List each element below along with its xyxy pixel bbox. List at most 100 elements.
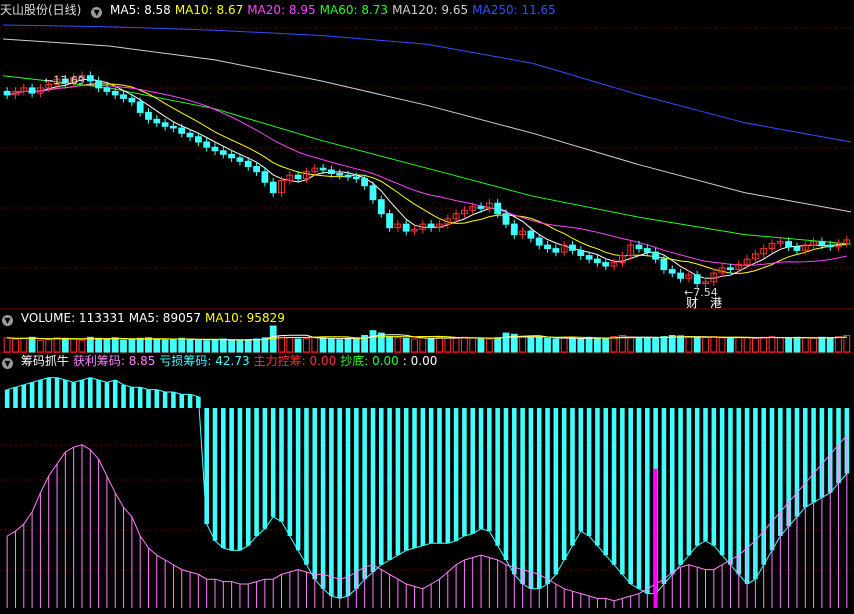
- indicator-legend-item: 抄底: 0.00: [340, 354, 399, 368]
- indicator-legend-item: 亏损筹码: 42.73: [159, 354, 250, 368]
- volume-bar-down: [228, 339, 235, 353]
- ma-legend-item: MA20: 8.95: [247, 3, 316, 17]
- volume-bar-up: [685, 336, 693, 353]
- candle-down: [178, 127, 186, 134]
- volume-bar-down: [577, 338, 585, 353]
- volume-bar-up: [45, 339, 53, 353]
- volume-bar-down: [328, 338, 335, 353]
- candle-down: [244, 160, 252, 168]
- volume-bar-down: [793, 336, 801, 353]
- volume-bar-up: [70, 338, 78, 353]
- volume-bar-down: [219, 338, 227, 353]
- volume-bar-up: [835, 336, 842, 353]
- volume-bar-up: [20, 337, 28, 353]
- indicator-legend-item: 筹码抓牛: [20, 354, 69, 368]
- volume-bar-down: [660, 336, 668, 353]
- volume-bar-up: [810, 337, 818, 353]
- candle-down: [502, 213, 510, 225]
- candle-down: [643, 248, 651, 253]
- volume-bar-down: [585, 336, 593, 353]
- candle-down: [211, 146, 219, 152]
- volume-bar-up: [419, 337, 427, 353]
- volume-bar-down: [211, 339, 219, 353]
- candle-down: [635, 244, 643, 250]
- volume-bar-up: [768, 336, 776, 353]
- candle-down: [510, 223, 518, 236]
- candle-down: [477, 206, 485, 209]
- candle-down: [111, 90, 119, 96]
- volume-bar-down: [86, 336, 94, 353]
- candle-down: [386, 213, 394, 229]
- candle-down: [494, 202, 502, 215]
- volume-bar-down: [377, 332, 385, 353]
- candle-down: [818, 241, 826, 246]
- volume-bar-down: [236, 340, 244, 353]
- ma-legend-item: MA5: 8.58: [110, 3, 171, 17]
- volume-bar-down: [145, 337, 152, 353]
- indicator-legend-list: 筹码抓牛 获利筹码: 8.85 亏损筹码: 42.73 主力控筹: 0.00 抄底: 0…: [21, 354, 442, 368]
- candle-down: [527, 230, 535, 239]
- ma-line-ma120: [2, 38, 852, 213]
- volume-bar-up: [78, 339, 86, 353]
- candle-down: [228, 153, 235, 159]
- candle-down: [377, 199, 385, 215]
- collapse-icon[interactable]: ▼: [91, 7, 103, 18]
- volume-bar-up: [760, 336, 768, 353]
- volume-bar-down: [386, 336, 394, 353]
- candle-down: [535, 237, 543, 246]
- volume-bar-up: [37, 339, 44, 353]
- volume-bar-down: [203, 340, 211, 353]
- collapse-icon[interactable]: ▼: [2, 315, 13, 326]
- volume-bar-down: [28, 336, 36, 353]
- volume-bar-down: [195, 339, 202, 353]
- volume-bar-down: [352, 337, 360, 353]
- candle-down: [652, 251, 660, 260]
- candle-down: [319, 167, 327, 171]
- ma-line-ma20: [7, 84, 847, 266]
- volume-legend-item: MA10: 95829: [204, 311, 285, 325]
- volume-bar-down: [552, 338, 560, 353]
- volume-bar-down: [494, 337, 502, 353]
- volume-bar-down: [161, 339, 169, 353]
- volume-legend: ▼ VOLUME: 113331 MA5: 89057 MA10: 95829: [0, 310, 854, 326]
- volume-bar-up: [710, 336, 718, 353]
- volume-bar-up: [843, 335, 851, 353]
- volume-bar-down: [569, 337, 576, 353]
- volume-bar-up: [776, 337, 784, 353]
- ma-line-ma10: [7, 83, 847, 275]
- candle-down: [120, 94, 127, 99]
- candle-down: [261, 171, 269, 183]
- volume-bar-up: [743, 337, 751, 353]
- candle-down: [577, 249, 585, 257]
- candle-down: [186, 132, 194, 138]
- volume-bar-down: [95, 337, 102, 353]
- stock-chart[interactable]: ←13.69←7.54财港: [0, 0, 854, 614]
- volume-bar-up: [735, 336, 743, 353]
- volume-bar-down: [652, 337, 660, 353]
- candle-down: [170, 125, 177, 129]
- candle-down: [793, 246, 801, 251]
- candle-down: [594, 258, 601, 264]
- candle-down: [103, 87, 111, 92]
- volume-bar-up: [3, 337, 11, 353]
- candle-down: [153, 118, 161, 124]
- volume-bar-up: [610, 336, 618, 353]
- volume-legend-item: VOLUME: 113331: [20, 311, 125, 325]
- collapse-icon[interactable]: ▼: [2, 358, 13, 369]
- candle-down: [402, 223, 410, 232]
- candle-down: [668, 269, 676, 274]
- volume-bar-down: [727, 337, 734, 353]
- volume-bar-down: [477, 337, 485, 353]
- volume-bar-down: [344, 337, 352, 353]
- signal-bar: [653, 468, 658, 608]
- candle-down: [195, 136, 202, 143]
- volume-bar-up: [752, 337, 759, 353]
- ma-line-ma250: [2, 24, 852, 143]
- candle-down: [369, 185, 377, 201]
- volume-bar-down: [677, 335, 685, 353]
- volume-bar-down: [826, 337, 834, 353]
- volume-bar-down: [120, 339, 127, 353]
- volume-bar-up: [303, 337, 310, 353]
- volume-bar-up: [444, 337, 452, 353]
- volume-bar-down: [128, 339, 136, 353]
